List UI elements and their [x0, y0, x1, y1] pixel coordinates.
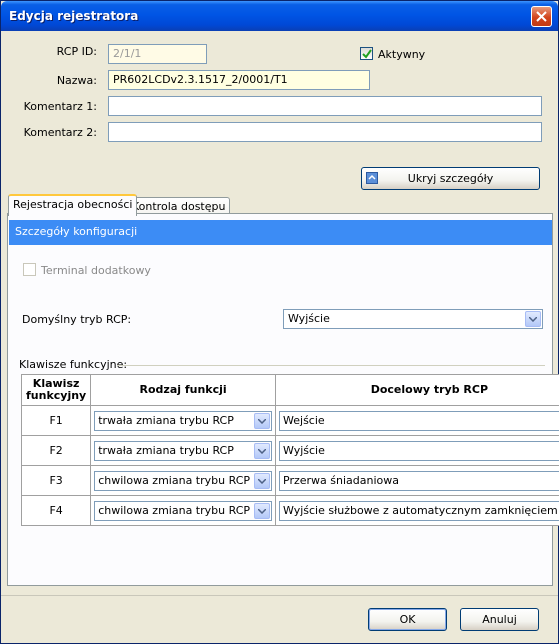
function-type-select[interactable]: chwilowa zmiana trybu RCP	[94, 470, 273, 491]
check-icon	[362, 49, 372, 59]
target-mode-value: Przerwa śniadaniowa	[283, 473, 399, 487]
row-key: F3	[20, 465, 92, 496]
header-key: Klawisz funkcyjny	[20, 374, 92, 406]
chevron-down-icon[interactable]	[254, 442, 271, 459]
target-mode-value: Wyjście	[283, 443, 325, 457]
row-key: F2	[20, 435, 92, 466]
row-key: F1	[20, 405, 92, 436]
table-row: F2 trwała zmiana trybu RCP Wyjście	[20, 435, 559, 466]
target-mode-select[interactable]: Wejście	[279, 410, 559, 431]
rcp-id-field: 2/1/1	[108, 44, 207, 64]
target-mode-value: Wejście	[283, 413, 325, 427]
footer-divider	[1, 595, 558, 596]
chevron-down-icon[interactable]	[254, 502, 271, 519]
function-keys-table: Klawisz funkcyjny Rodzaj funkcji Docelow…	[20, 374, 559, 526]
function-type-value: trwała zmiana trybu RCP	[98, 443, 234, 457]
function-keys-label: Klawisze funkcyjne:	[19, 358, 128, 371]
active-label: Aktywny	[378, 48, 426, 61]
target-mode-select[interactable]: Wyjście służbowe z automatycznym zamknię…	[279, 500, 559, 521]
title-bar[interactable]: Edycja rejestratora	[1, 1, 558, 31]
default-mode-select[interactable]: Wyjście	[283, 309, 543, 329]
cancel-label: Anuluj	[482, 613, 517, 626]
row-key: F4	[20, 495, 92, 526]
function-type-value: chwilowa zmiana trybu RCP	[98, 473, 251, 487]
target-mode-select[interactable]: Wyjście	[279, 440, 559, 461]
rcp-id-label: RCP ID:	[56, 45, 97, 58]
chevron-down-icon[interactable]	[525, 311, 541, 327]
dialog-window: Edycja rejestratora RCP ID: 2/1/1 Aktywn…	[0, 0, 559, 644]
hide-details-label: Ukryj szczegóły	[407, 172, 494, 185]
table-row: F3 chwilowa zmiana trybu RCP Przerwa śni…	[20, 465, 559, 496]
group-divider	[117, 365, 545, 366]
header-target: Docelowy tryb RCP	[275, 374, 559, 406]
comment1-label: Komentarz 1:	[23, 100, 97, 113]
name-field[interactable]: PR602LCDv2.3.1517_2/0001/T1	[108, 70, 370, 90]
function-type-select[interactable]: trwała zmiana trybu RCP	[94, 440, 273, 461]
window-title: Edycja rejestratora	[9, 9, 139, 23]
default-mode-label: Domyślny tryb RCP:	[22, 313, 132, 326]
extra-terminal-checkbox[interactable]	[23, 263, 36, 276]
chevron-down-icon[interactable]	[254, 412, 271, 429]
comment2-label: Komentarz 2:	[23, 126, 97, 139]
active-checkbox[interactable]	[360, 47, 373, 60]
function-type-select[interactable]: trwała zmiana trybu RCP	[94, 410, 273, 431]
close-icon	[536, 11, 547, 22]
target-mode-select[interactable]: Przerwa śniadaniowa	[279, 470, 559, 491]
tab-access-control-label: Kontrola dostępu	[132, 200, 226, 213]
tab-attendance[interactable]: Rejestracja obecności	[8, 194, 138, 216]
tab-attendance-label: Rejestracja obecności	[13, 198, 133, 211]
comment1-field[interactable]	[108, 96, 542, 116]
close-button[interactable]	[531, 6, 552, 27]
comment2-field[interactable]	[108, 122, 542, 142]
hide-details-button[interactable]: Ukryj szczegóły	[361, 167, 540, 190]
default-mode-value: Wyjście	[288, 312, 330, 325]
chevron-down-icon[interactable]	[254, 472, 271, 489]
function-type-value: trwała zmiana trybu RCP	[98, 413, 234, 427]
name-label: Nazwa:	[56, 74, 97, 87]
cancel-button[interactable]: Anuluj	[460, 608, 539, 631]
target-mode-value: Wyjście służbowe z automatycznym zamknię…	[283, 503, 558, 517]
function-type-select[interactable]: chwilowa zmiana trybu RCP	[94, 500, 273, 521]
header-type: Rodzaj funkcji	[90, 374, 277, 406]
extra-terminal-label: Terminal dodatkowy	[41, 264, 151, 277]
ok-button[interactable]: OK	[368, 608, 447, 631]
function-type-value: chwilowa zmiana trybu RCP	[98, 503, 251, 517]
table-header-row: Klawisz funkcyjny Rodzaj funkcji Docelow…	[20, 374, 559, 406]
ok-label: OK	[399, 613, 416, 626]
collapse-up-icon	[366, 172, 378, 184]
table-row: F4 chwilowa zmiana trybu RCP Wyjście słu…	[20, 495, 559, 526]
config-section-header: Szczegóły konfiguracji	[9, 220, 552, 245]
table-row: F1 trwała zmiana trybu RCP Wejście	[20, 405, 559, 436]
